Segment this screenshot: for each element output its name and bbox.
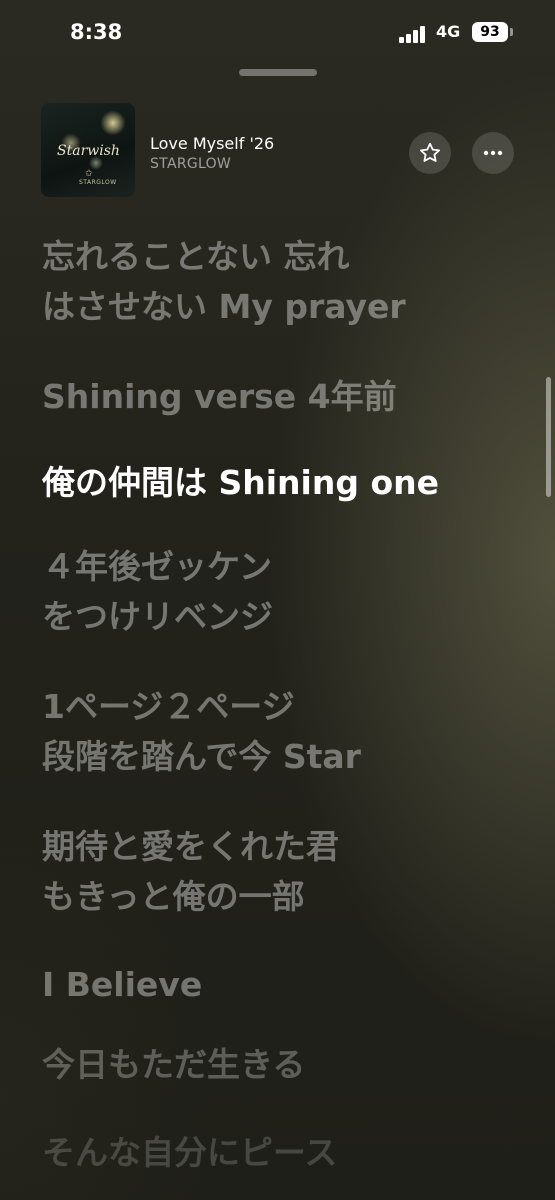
lyric-line[interactable]: 忘れることない 忘れ はさせない My prayer — [42, 232, 406, 332]
status-time: 8:38 — [70, 20, 123, 44]
battery-icon: 93 — [472, 22, 508, 42]
artwork-logo: STARGLOW — [79, 179, 117, 186]
favorite-button[interactable] — [409, 132, 451, 174]
album-artwork[interactable]: Starwish ✩ STARGLOW — [41, 103, 135, 197]
network-type: 4G — [436, 22, 461, 41]
artwork-title: Starwish — [57, 143, 120, 159]
lyric-line[interactable]: 1ページ２ページ 段階を踏んで今 Star — [42, 682, 361, 782]
song-title: Love Myself '26 — [150, 134, 275, 153]
lyric-line[interactable]: 期待と愛をくれた君 もきっと俺の一部 — [42, 822, 339, 922]
lyric-line[interactable]: Shining verse 4年前 — [42, 372, 397, 422]
lyric-line[interactable]: 今日もただ生きる — [42, 1040, 305, 1090]
lyric-line-active[interactable]: 俺の仲間は Shining one — [42, 458, 439, 508]
star-outline-icon — [420, 142, 440, 162]
lyric-line[interactable]: I Believe — [42, 960, 202, 1010]
lyric-line[interactable]: ４年後ゼッケン をつけリベンジ — [42, 542, 273, 642]
scrollbar[interactable] — [546, 377, 551, 497]
cellular-signal-icon — [399, 25, 429, 43]
battery-tip — [510, 28, 513, 36]
now-playing-header: Starwish ✩ STARGLOW Love Myself '26 STAR… — [0, 100, 555, 200]
song-artist[interactable]: STARGLOW — [150, 156, 231, 172]
more-options-button[interactable] — [472, 132, 514, 174]
ellipsis-icon — [483, 150, 503, 156]
artwork-star-icon: ✩ — [85, 169, 93, 179]
sheet-grabber-handle[interactable] — [239, 69, 317, 76]
lyric-line[interactable]: そんな自分にピース — [42, 1128, 337, 1178]
status-bar: 8:38 4G 93 — [0, 0, 555, 64]
